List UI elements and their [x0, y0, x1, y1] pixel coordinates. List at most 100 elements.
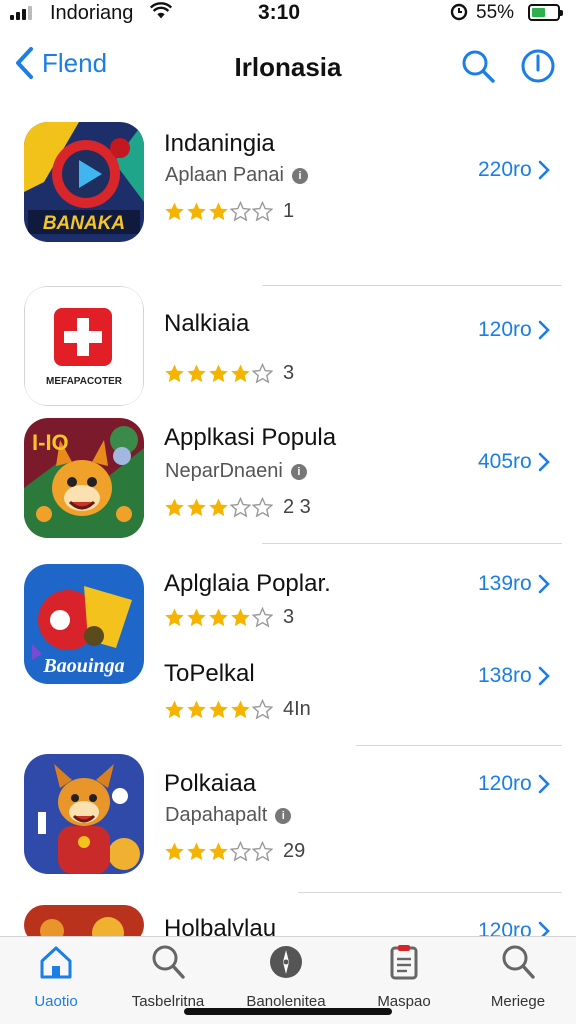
star-empty-icon: [230, 497, 251, 518]
chevron-right-icon: [538, 452, 550, 472]
star-rating: [164, 497, 273, 518]
carrier-name: Indoriang: [50, 2, 134, 24]
star-filled-icon: [165, 498, 184, 517]
star-filled-icon: [187, 202, 206, 221]
app-size-label: 139ro: [478, 572, 532, 595]
tab-search[interactable]: Tasbelritna: [118, 943, 218, 1015]
rating-count: 2 3: [283, 496, 311, 518]
app-size-label: 138ro: [478, 664, 532, 687]
alarm-icon: [450, 3, 468, 21]
info-badge-icon: i: [275, 807, 292, 824]
cartoon-fox-character-icon: [24, 754, 144, 874]
search-icon: [152, 945, 185, 979]
star-filled-icon: [187, 700, 206, 719]
app-size-label: 405ro: [478, 450, 532, 473]
clock-time: 3:10: [258, 1, 301, 24]
star-empty-icon: [252, 607, 273, 628]
star-rating: [164, 201, 273, 222]
chevron-right-icon: [538, 320, 550, 340]
chevron-right-icon: [538, 160, 550, 180]
star-filled-icon: [209, 700, 228, 719]
info-badge-icon: i: [290, 463, 307, 480]
star-filled-icon: [187, 842, 206, 861]
app-rating: 3: [164, 606, 294, 629]
divider: [298, 892, 562, 893]
compass-icon: [270, 946, 302, 978]
battery-percent: 55%: [476, 2, 515, 23]
star-filled-icon: [209, 498, 228, 517]
app-size-link[interactable]: 405ro: [478, 450, 550, 474]
star-rating: [164, 607, 273, 628]
rating-count: 1: [283, 200, 295, 222]
app-developer: Aplaan Panai i: [165, 164, 308, 187]
star-rating: [164, 841, 273, 862]
app-size-label: 120ro: [478, 318, 532, 341]
app-size-link[interactable]: 120ro: [478, 772, 550, 796]
star-empty-icon: [230, 201, 251, 222]
tab-search-secondary[interactable]: Meriege: [468, 943, 568, 1015]
star-filled-icon: [231, 700, 250, 719]
info-icon[interactable]: [520, 48, 556, 84]
app-rating: 3: [164, 362, 294, 385]
star-filled-icon: [165, 842, 184, 861]
star-empty-icon: [252, 363, 273, 384]
info-badge-icon: i: [291, 167, 308, 184]
app-name: ToPelkal: [164, 660, 255, 687]
star-filled-icon: [209, 608, 228, 627]
star-filled-icon: [209, 364, 228, 383]
app-rating: 29: [164, 840, 305, 863]
star-filled-icon: [165, 364, 184, 383]
tab-home[interactable]: Uaotio: [6, 943, 106, 1015]
app-size-link[interactable]: 139ro: [478, 572, 550, 596]
svg-text:MEFAPACOTER: MEFAPACOTER: [46, 376, 123, 387]
star-empty-icon: [230, 841, 251, 862]
star-empty-icon: [252, 201, 273, 222]
chevron-right-icon: [538, 666, 550, 686]
home-indicator: [184, 1008, 392, 1015]
search-icon: [502, 945, 535, 979]
tab-label: Uaotio: [34, 993, 78, 1010]
tab-updates[interactable]: Maspao: [354, 943, 454, 1015]
star-rating: [164, 699, 273, 720]
star-filled-icon: [187, 608, 206, 627]
blue-brand-app-icon: Baouinga: [24, 564, 144, 684]
tab-explore[interactable]: Banolenitea: [236, 943, 336, 1015]
clipboard-icon: [390, 945, 418, 980]
divider: [262, 285, 562, 286]
home-icon: [40, 946, 72, 979]
battery-icon: [528, 4, 563, 21]
chevron-right-icon: [538, 774, 550, 794]
app-name: Aplglaia Poplar.: [164, 570, 331, 597]
star-empty-icon: [252, 699, 273, 720]
app-size-link[interactable]: 220ro: [478, 158, 550, 182]
rating-count: 29: [283, 840, 306, 862]
star-rating: [164, 363, 273, 384]
app-developer: NeparDnaeni i: [165, 460, 307, 483]
cellular-signal-icon: [10, 6, 32, 20]
navigation-bar: Flend Irlonasia: [0, 36, 576, 96]
app-developer-name: NeparDnaeni: [165, 460, 283, 482]
star-filled-icon: [165, 202, 184, 221]
app-rating: 2 3: [164, 496, 311, 519]
star-filled-icon: [231, 608, 250, 627]
star-empty-icon: [252, 841, 273, 862]
star-filled-icon: [165, 700, 184, 719]
app-name: Applkasi Popula: [164, 424, 337, 451]
rating-count: 3: [283, 362, 295, 384]
star-filled-icon: [187, 364, 206, 383]
rating-count: 3: [283, 606, 295, 628]
star-filled-icon: [209, 202, 228, 221]
wifi-icon: [150, 2, 172, 19]
star-filled-icon: [209, 842, 228, 861]
star-filled-icon: [231, 364, 250, 383]
red-plus-app-icon: MEFAPACOTER: [24, 286, 144, 406]
app-size-label: 120ro: [478, 772, 532, 795]
search-icon[interactable]: [460, 48, 496, 84]
app-size-link[interactable]: 138ro: [478, 664, 550, 688]
svg-text:BANAKA: BANAKA: [43, 213, 125, 234]
chevron-right-icon: [538, 574, 550, 594]
banner-play-game-icon: BANAKA: [24, 122, 144, 242]
app-developer-name: Dapahapalt: [165, 804, 268, 826]
svg-text:I-IO: I-IO: [32, 430, 69, 455]
app-size-link[interactable]: 120ro: [478, 318, 550, 342]
